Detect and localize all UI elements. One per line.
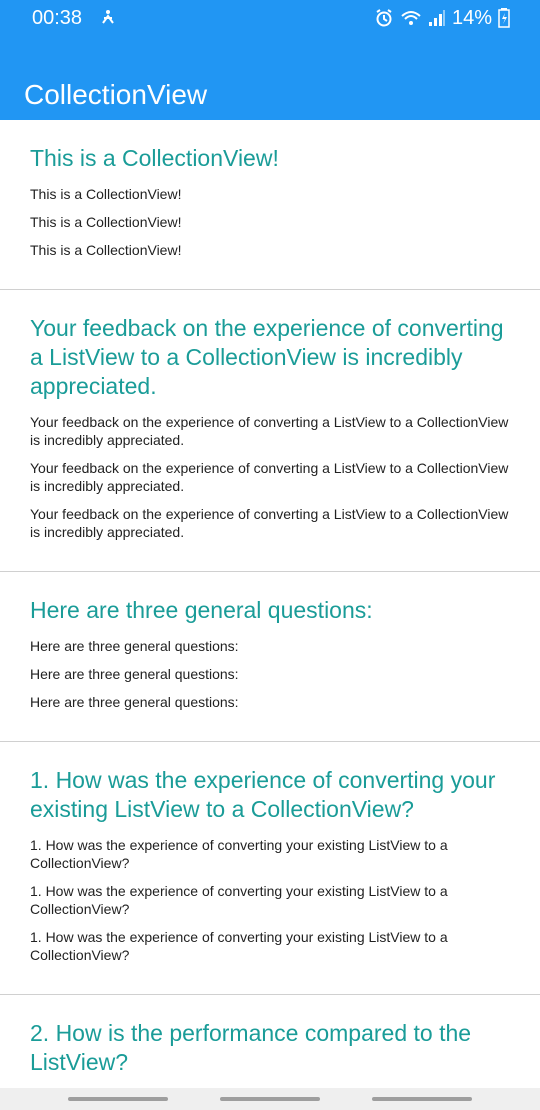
nav-back-handle[interactable] bbox=[372, 1097, 472, 1101]
nav-home-handle[interactable] bbox=[220, 1097, 320, 1101]
alarm-icon bbox=[376, 9, 392, 27]
item-detail: Here are three general questions: bbox=[30, 638, 239, 654]
nav-recents-handle[interactable] bbox=[68, 1097, 168, 1101]
item-detail: Your feedback on the experience of conve… bbox=[30, 414, 509, 448]
status-right: 14% bbox=[374, 6, 510, 30]
item-title: This is a CollectionView! bbox=[30, 145, 279, 171]
app-bar: CollectionView bbox=[0, 36, 540, 120]
list-item[interactable]: Here are three general questions: Here ar… bbox=[0, 572, 540, 742]
item-detail: Here are three general questions: bbox=[30, 666, 239, 682]
item-detail: Your feedback on the experience of conve… bbox=[30, 460, 509, 494]
item-title: Your feedback on the experience of conve… bbox=[30, 315, 504, 399]
list-item[interactable]: This is a CollectionView! This is a Colle… bbox=[0, 120, 540, 290]
list-item[interactable]: 2. How is the performance compared to th… bbox=[0, 995, 540, 1088]
item-title: 2. How is the performance compared to th… bbox=[30, 1020, 472, 1075]
wifi-icon bbox=[401, 11, 421, 25]
status-time: 00:38 bbox=[32, 7, 83, 29]
list-item[interactable]: Your feedback on the experience of conve… bbox=[0, 290, 540, 572]
item-title: Here are three general questions: bbox=[30, 597, 373, 623]
signal-icon bbox=[428, 10, 445, 26]
item-detail: Here are three general questions: bbox=[30, 694, 239, 710]
battery-icon bbox=[498, 8, 510, 28]
item-detail: 1. How was the experience of converting … bbox=[30, 929, 448, 963]
item-detail: This is a CollectionView! bbox=[30, 214, 182, 230]
collection-view[interactable]: This is a CollectionView! This is a Colle… bbox=[0, 120, 540, 1088]
item-detail: 1. How was the experience of converting … bbox=[30, 883, 448, 917]
item-detail: Your feedback on the experience of conve… bbox=[30, 506, 509, 540]
list-item[interactable]: 1. How was the experience of converting … bbox=[0, 742, 540, 995]
page-title: CollectionView bbox=[24, 78, 208, 110]
item-detail: This is a CollectionView! bbox=[30, 242, 182, 258]
battery-percent: 14% bbox=[451, 6, 492, 29]
item-title: 1. How was the experience of converting … bbox=[30, 767, 496, 822]
accessibility-icon bbox=[102, 10, 114, 24]
status-bar: 00:38 14% bbox=[0, 0, 540, 36]
navigation-bar bbox=[0, 1088, 540, 1110]
item-detail: 1. How was the experience of converting … bbox=[30, 837, 448, 871]
item-detail: This is a CollectionView! bbox=[30, 186, 182, 202]
